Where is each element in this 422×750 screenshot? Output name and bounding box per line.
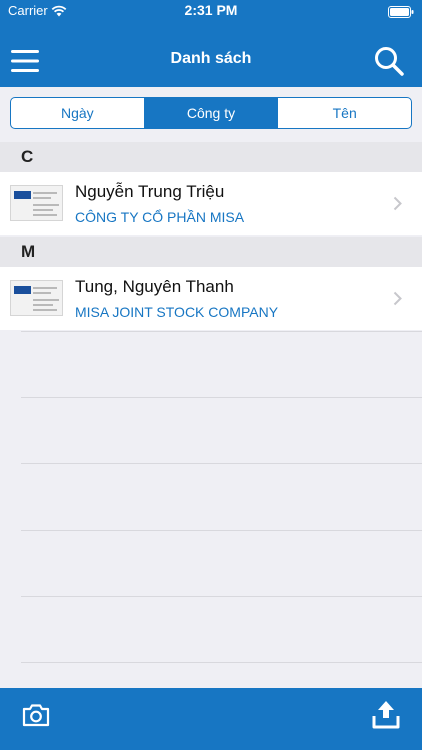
contact-name: Nguyễn Trung Triệu xyxy=(75,182,225,201)
nav-bar: Danh sách xyxy=(0,22,422,87)
header: Carrier 2:31 PM Danh sách xyxy=(0,0,422,87)
chevron-right-icon xyxy=(393,196,402,211)
section-header: M xyxy=(0,237,422,267)
empty-row-separator xyxy=(21,596,422,597)
contact-name: Tung, Nguyên Thanh xyxy=(75,277,234,296)
empty-row-separator xyxy=(21,331,422,332)
page-title: Danh sách xyxy=(170,50,252,67)
empty-row-separator xyxy=(21,662,422,663)
upload-icon[interactable] xyxy=(372,699,400,729)
segment-date[interactable]: Ngày xyxy=(11,98,144,128)
segment-company[interactable]: Công ty xyxy=(143,98,278,128)
camera-icon[interactable] xyxy=(22,703,50,727)
business-card-thumbnail xyxy=(10,280,63,316)
status-time: 2:31 PM xyxy=(184,2,238,18)
empty-row-separator xyxy=(21,463,422,464)
segment-name[interactable]: Tên xyxy=(277,98,411,128)
business-card-thumbnail xyxy=(10,185,63,221)
battery-icon xyxy=(388,6,414,18)
empty-row-separator xyxy=(21,397,422,398)
bottom-toolbar xyxy=(0,688,422,750)
contact-company: MISA JOINT STOCK COMPANY xyxy=(75,304,279,320)
sort-segmented-control: Ngày Công ty Tên xyxy=(10,97,412,129)
contact-company: CÔNG TY CỔ PHẦN MISA xyxy=(75,209,245,225)
list-item[interactable]: Nguyễn Trung Triệu CÔNG TY CỔ PHẦN MISA xyxy=(0,172,422,235)
search-icon[interactable] xyxy=(374,46,404,76)
section-header: C xyxy=(0,142,422,172)
list-item[interactable]: Tung, Nguyên Thanh MISA JOINT STOCK COMP… xyxy=(0,267,422,330)
chevron-right-icon xyxy=(393,291,402,306)
status-bar: Carrier 2:31 PM xyxy=(0,0,422,22)
empty-row-separator xyxy=(21,530,422,531)
